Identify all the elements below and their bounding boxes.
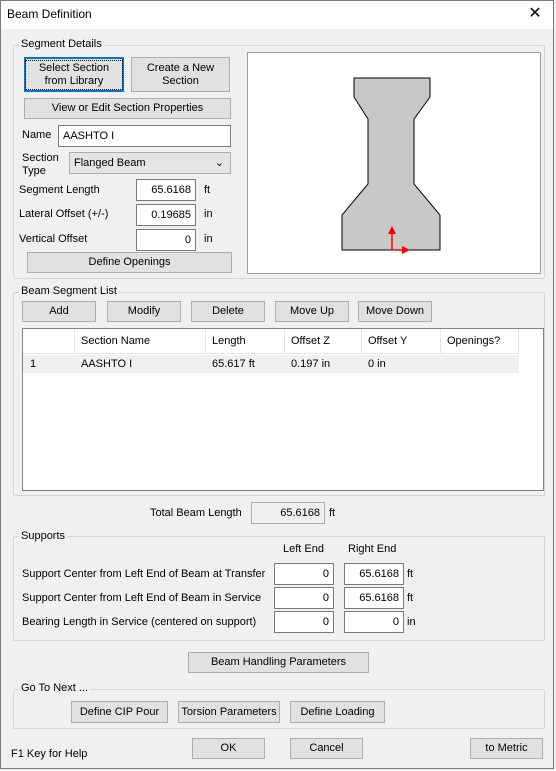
row-length: 65.617 ft — [212, 358, 255, 370]
section-preview — [247, 52, 541, 274]
close-icon[interactable]: ✕ — [517, 1, 553, 29]
define-loading-button[interactable]: Define Loading — [290, 701, 385, 723]
support-transfer-right-input[interactable]: 65.6168 — [344, 563, 404, 585]
column-header-index[interactable] — [23, 329, 75, 354]
support-service-label: Support Center from Left End of Beam in … — [22, 592, 262, 604]
supports-legend: Supports — [19, 530, 68, 542]
left-end-header: Left End — [283, 543, 324, 555]
cancel-button[interactable]: Cancel — [290, 738, 363, 759]
segment-details-legend: Segment Details — [19, 38, 104, 50]
to-metric-button[interactable]: to Metric — [470, 738, 543, 759]
total-length-unit: ft — [329, 507, 336, 519]
move-down-button[interactable]: Move Down — [358, 301, 432, 322]
aashto-section-drawing — [341, 77, 441, 254]
modify-button[interactable]: Modify — [107, 301, 181, 322]
section-name-input[interactable]: AASHTO I — [58, 125, 231, 147]
lateral-offset-unit: in — [204, 208, 213, 220]
lateral-offset-label: Lateral Offset (+/-) — [19, 208, 109, 220]
bearing-length-right-input[interactable]: 0 — [344, 611, 404, 633]
vertical-offset-input[interactable]: 0 — [136, 229, 196, 251]
ok-button[interactable]: OK — [192, 738, 265, 759]
segment-length-label: Segment Length — [19, 184, 100, 196]
row-offset-z: 0.197 in — [291, 358, 331, 370]
segment-listview[interactable]: Section Name Length Offset Z Offset Y Op… — [22, 328, 544, 491]
support-service-unit: ft — [407, 592, 414, 604]
delete-button[interactable]: Delete — [191, 301, 265, 322]
add-button[interactable]: Add — [22, 301, 96, 322]
torsion-parameters-button[interactable]: Torsion Parameters — [178, 701, 280, 723]
segment-length-input[interactable]: 65.6168 — [136, 179, 196, 201]
column-header-openings[interactable]: Openings? — [441, 329, 519, 354]
move-up-button[interactable]: Move Up — [275, 301, 349, 322]
bearing-length-unit: in — [407, 616, 416, 628]
column-header-offset-y[interactable]: Offset Y — [362, 329, 441, 354]
section-type-select[interactable]: Flanged Beam ⌄ — [69, 152, 231, 174]
row-offset-y: 0 in — [368, 358, 386, 370]
beam-definition-window: Beam Definition ✕ Segment Details Select… — [0, 0, 554, 769]
go-to-next-legend: Go To Next ... — [19, 682, 91, 694]
i-beam-shape — [341, 77, 441, 251]
section-type-label: Section Type — [22, 152, 59, 177]
total-length-value: 65.6168 — [251, 502, 325, 524]
bearing-length-left-input[interactable]: 0 — [274, 611, 334, 633]
beam-handling-button[interactable]: Beam Handling Parameters — [188, 652, 369, 673]
beam-segment-list-legend: Beam Segment List — [19, 285, 119, 297]
select-section-library-button[interactable]: Select Section from Library — [24, 57, 124, 92]
help-hint: F1 Key for Help — [11, 748, 88, 760]
support-transfer-unit: ft — [407, 568, 414, 580]
segment-length-unit: ft — [204, 184, 211, 196]
create-new-section-button[interactable]: Create a New Section — [131, 57, 230, 92]
row-index: 1 — [30, 358, 37, 370]
right-end-header: Right End — [348, 543, 397, 555]
column-header-section-name[interactable]: Section Name — [75, 329, 206, 354]
support-service-left-input[interactable]: 0 — [274, 587, 334, 609]
row-section-name: AASHTO I — [81, 358, 133, 370]
chevron-down-icon: ⌄ — [214, 157, 224, 169]
support-service-right-input[interactable]: 65.6168 — [344, 587, 404, 609]
name-label: Name — [22, 129, 52, 141]
vertical-offset-unit: in — [204, 233, 213, 245]
section-type-value: Flanged Beam — [74, 157, 146, 169]
define-cip-pour-button[interactable]: Define CIP Pour — [71, 701, 168, 723]
lateral-offset-input[interactable]: 0.19685 — [136, 204, 196, 226]
bearing-length-label: Bearing Length in Service (centered on s… — [22, 616, 257, 628]
view-edit-section-button[interactable]: View or Edit Section Properties — [24, 98, 231, 119]
table-row[interactable]: 1 AASHTO I 65.617 ft 0.197 in 0 in — [23, 355, 519, 373]
title-bar: Beam Definition ✕ — [1, 1, 553, 29]
column-header-length[interactable]: Length — [206, 329, 285, 354]
support-transfer-label: Support Center from Left End of Beam at … — [22, 568, 266, 580]
support-transfer-left-input[interactable]: 0 — [274, 563, 334, 585]
column-header-offset-z[interactable]: Offset Z — [285, 329, 362, 354]
total-length-label: Total Beam Length — [150, 507, 242, 519]
vertical-offset-label: Vertical Offset — [19, 233, 88, 245]
define-openings-button[interactable]: Define Openings — [27, 252, 232, 273]
window-title: Beam Definition — [7, 7, 92, 21]
